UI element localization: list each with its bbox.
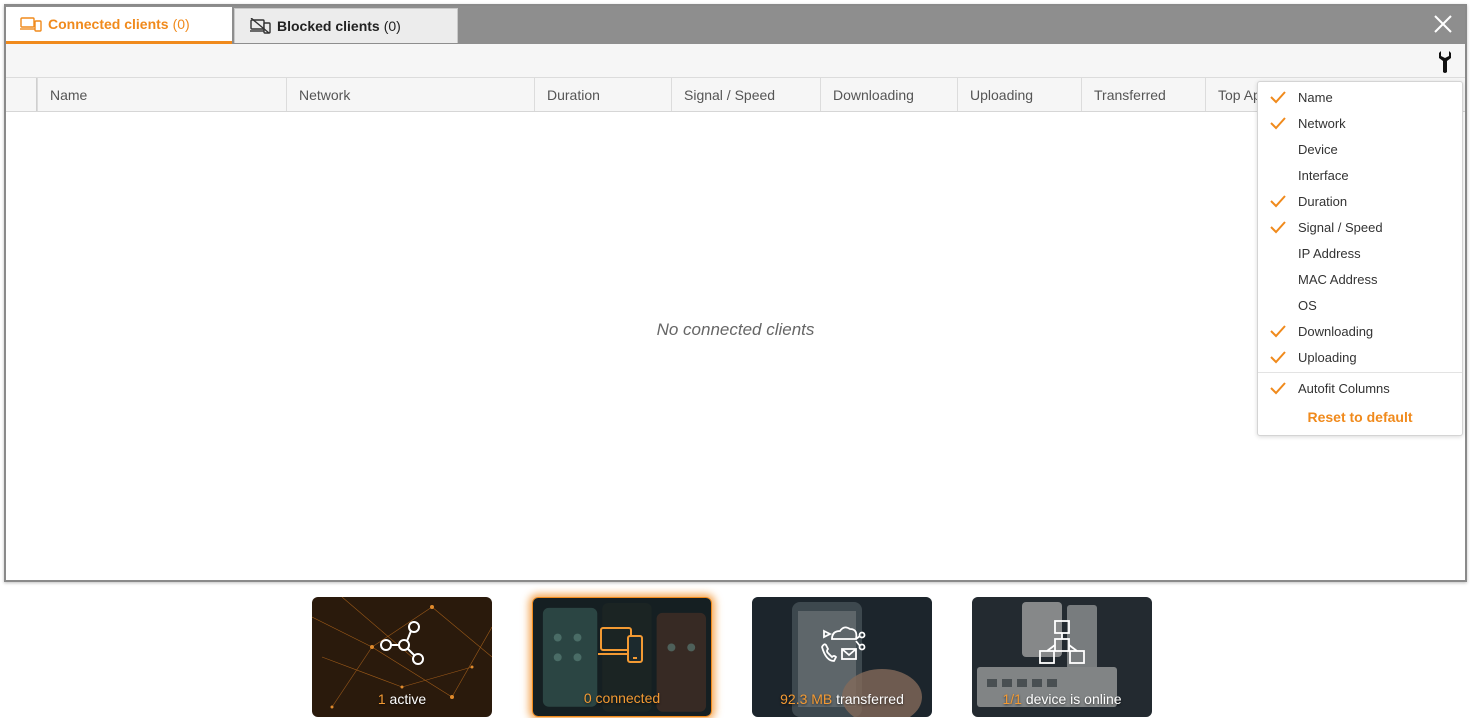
menu-item-label: Duration (1298, 193, 1348, 209)
reset-to-default-link[interactable]: Reset to default (1258, 409, 1462, 425)
menu-item-label: Device (1298, 141, 1338, 157)
clients-dialog: Connected clients (0) Blocked clients (0… (4, 4, 1467, 582)
check-icon (1258, 90, 1298, 104)
tab-count: (0) (383, 18, 401, 34)
column-header-uploading[interactable]: Uploading (957, 78, 1081, 111)
tile-caption: 92.3 MB transferred (752, 691, 932, 707)
select-column-header[interactable] (6, 78, 37, 111)
menu-item-label: Downloading (1298, 323, 1374, 339)
wrench-icon[interactable] (1437, 50, 1453, 74)
menu-item-label: Signal / Speed (1298, 219, 1383, 235)
column-header-duration[interactable]: Duration (534, 78, 671, 111)
check-icon (1258, 220, 1298, 234)
menu-item-os[interactable]: OS (1258, 292, 1462, 318)
menu-item-label: MAC Address (1298, 271, 1378, 287)
tab-bar: Connected clients (0) Blocked clients (0… (6, 6, 1465, 44)
empty-state-message: No connected clients (656, 320, 815, 339)
tile-data-transferred[interactable]: 92.3 MB transferred (752, 597, 932, 717)
menu-item-label: Uploading (1298, 349, 1357, 365)
column-header-network[interactable]: Network (286, 78, 534, 111)
tile-devices-online[interactable]: 1/1 device is online (972, 597, 1152, 717)
tab-connected-clients[interactable]: Connected clients (0) (6, 7, 232, 44)
devices-icon (20, 17, 42, 32)
cloud-share-icon (821, 626, 866, 662)
column-header-transferred[interactable]: Transferred (1081, 78, 1205, 111)
table-toolbar (6, 44, 1465, 78)
menu-item-interface[interactable]: Interface (1258, 162, 1462, 188)
check-icon (1258, 116, 1298, 130)
connected-count: 0 (583, 690, 592, 706)
menu-item-duration[interactable]: Duration (1258, 188, 1462, 214)
menu-item-downloading[interactable]: Downloading (1258, 318, 1462, 344)
menu-item-mac-address[interactable]: MAC Address (1258, 266, 1462, 292)
tile-connected-clients[interactable]: 0 connected (532, 597, 712, 717)
check-icon (1258, 350, 1298, 364)
menu-item-label: Autofit Columns (1298, 380, 1390, 396)
app-root: Connected clients (0) Blocked clients (0… (0, 0, 1470, 718)
menu-item-network[interactable]: Network (1258, 110, 1462, 136)
tab-label: Blocked clients (277, 18, 380, 34)
menu-item-label: Interface (1298, 167, 1349, 183)
column-header-signal-speed[interactable]: Signal / Speed (671, 78, 820, 111)
menu-item-name[interactable]: Name (1258, 84, 1462, 110)
menu-item-uploading[interactable]: Uploading (1258, 344, 1462, 370)
check-icon (1258, 194, 1298, 208)
tab-label: Connected clients (48, 16, 169, 32)
column-header-downloading[interactable]: Downloading (820, 78, 957, 111)
tile-active-networks[interactable]: 1 active (312, 597, 492, 717)
tab-blocked-clients[interactable]: Blocked clients (0) (234, 8, 458, 43)
tile-text: device is online (1025, 691, 1122, 707)
menu-item-device[interactable]: Device (1258, 136, 1462, 162)
column-chooser-menu: Name Network Device Interface Duration S… (1257, 81, 1463, 436)
devices-online-count: 1/1 (1002, 691, 1022, 707)
transferred-amount: 92.3 MB (780, 691, 833, 707)
network-nodes-icon (380, 621, 424, 665)
menu-item-label: Network (1298, 115, 1346, 131)
check-icon (1258, 324, 1298, 338)
menu-item-label: OS (1298, 297, 1317, 313)
menu-item-signal-speed[interactable]: Signal / Speed (1258, 214, 1462, 240)
close-icon[interactable] (1431, 12, 1455, 36)
menu-item-label: IP Address (1298, 245, 1361, 261)
table-header: Name Network Duration Signal / Speed Dow… (6, 78, 1465, 112)
menu-item-label: Name (1298, 89, 1333, 105)
blocked-devices-icon (250, 18, 271, 34)
menu-item-autofit-columns[interactable]: Autofit Columns (1258, 375, 1462, 401)
active-count: 1 (377, 691, 386, 707)
column-header-name[interactable]: Name (37, 78, 286, 111)
menu-item-ip-address[interactable]: IP Address (1258, 240, 1462, 266)
menu-divider (1258, 372, 1462, 373)
check-icon (1258, 381, 1298, 395)
devices-icon (598, 627, 643, 663)
tile-caption: 0 connected (533, 690, 711, 706)
tile-caption: 1/1 device is online (972, 691, 1152, 707)
tile-text: transferred (836, 691, 904, 707)
tile-text: active (389, 691, 427, 707)
tab-count: (0) (172, 16, 190, 32)
topology-icon (1039, 620, 1085, 664)
tile-caption: 1 active (312, 691, 492, 707)
tile-text: connected (595, 690, 661, 706)
